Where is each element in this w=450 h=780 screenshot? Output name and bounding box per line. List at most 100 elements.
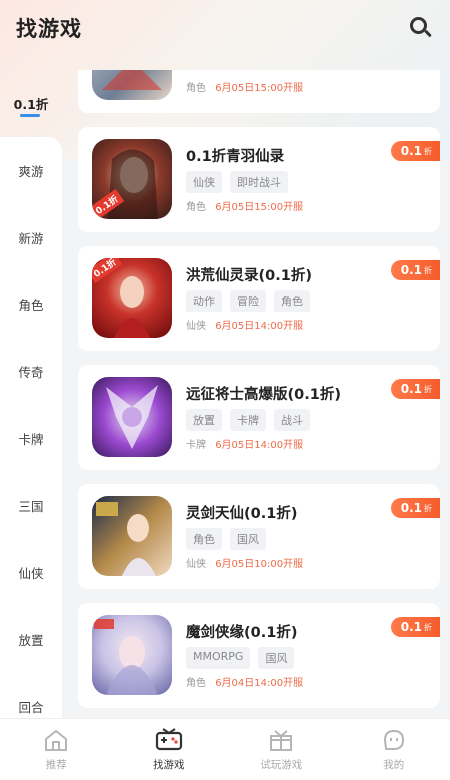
- server-open-date: 6月05日14:00开服: [215, 440, 304, 451]
- sidebar-item-label: 仙侠: [18, 566, 44, 581]
- smile-icon: [381, 727, 407, 753]
- server-open-date: 6月04日14:00开服: [215, 678, 304, 689]
- game-name: 洪荒仙灵录(0.1折): [186, 268, 312, 284]
- game-icon: 0.1折: [92, 139, 172, 219]
- game-name: 0.1折青羽仙录: [186, 149, 285, 165]
- sidebar-item-chuanqi[interactable]: 传奇: [0, 338, 62, 405]
- search-button[interactable]: [406, 14, 434, 42]
- game-tag: 放置: [186, 409, 222, 431]
- sidebar-item-kapai[interactable]: 卡牌: [0, 405, 62, 472]
- sidebar-item-fangzhi[interactable]: 放置: [0, 606, 62, 673]
- page-title: 找游戏: [16, 17, 82, 41]
- game-icon: [92, 496, 172, 576]
- sidebar-item-label: 爽游: [18, 164, 44, 179]
- game-category: 角色: [186, 202, 206, 213]
- game-card[interactable]: 0.1折 0.1折青羽仙录 仙侠 即时战斗 角色 6月05日15:00开服 0.…: [78, 127, 440, 232]
- sidebar-item-label: 0.1折: [13, 97, 49, 112]
- game-meta: 角色 6月05日15:00开服: [186, 79, 303, 94]
- discount-unit: 折: [424, 503, 432, 513]
- sidebar-item-discount[interactable]: 0.1折: [0, 70, 62, 137]
- game-meta: 角色 6月04日14:00开服: [186, 674, 303, 689]
- nav-label: 我的: [383, 759, 405, 771]
- discount-badge: 0.1 折: [390, 260, 440, 280]
- nav-label: 试玩游戏: [260, 759, 303, 771]
- game-tag: 国风: [258, 647, 295, 669]
- game-tag: 冒险: [230, 290, 266, 312]
- nav-label: 推荐: [45, 759, 67, 771]
- sidebar-list: 爽游 新游 角色 传奇 卡牌 三国 仙侠 放置 回合: [0, 137, 62, 718]
- sidebar-item-xianxia[interactable]: 仙侠: [0, 539, 62, 606]
- nav-tab-mine[interactable]: 我的: [354, 727, 434, 772]
- bottom-nav: 推荐 找游戏 试玩游戏 我的: [0, 718, 450, 780]
- game-tags: 角色 国风: [186, 528, 266, 550]
- header: 找游戏: [0, 0, 450, 56]
- discount-unit: 折: [424, 146, 432, 156]
- game-meta: 仙侠 6月05日14:00开服: [186, 317, 303, 332]
- sidebar-item-label: 卡牌: [18, 432, 44, 447]
- discount-value: 0.1: [400, 144, 422, 158]
- discount-badge: 0.1 折: [390, 379, 440, 399]
- discount-unit: 折: [424, 384, 432, 394]
- game-tags: 仙侠 即时战斗: [186, 171, 288, 193]
- home-icon: [43, 727, 69, 753]
- game-category: 仙侠: [186, 321, 206, 332]
- game-tag: 战斗: [274, 409, 310, 431]
- game-tag: 卡牌: [230, 409, 266, 431]
- discount-unit: 折: [424, 265, 432, 275]
- sidebar-item-sanguo[interactable]: 三国: [0, 472, 62, 539]
- game-meta: 角色 6月05日15:00开服: [186, 198, 303, 213]
- sidebar-item-juese[interactable]: 角色: [0, 271, 62, 338]
- game-tag: 即时战斗: [230, 171, 288, 193]
- game-tag: 角色: [186, 528, 222, 550]
- game-list: 角色 6月05日15:00开服 0.1折 0.1折青羽仙录 仙侠 即时战斗 角色…: [62, 70, 450, 718]
- server-open-date: 6月05日14:00开服: [215, 321, 304, 332]
- game-tag: 角色: [274, 290, 310, 312]
- game-name: 灵剑天仙(0.1折): [186, 506, 298, 522]
- game-tags: MMORPG 国风: [186, 647, 295, 669]
- discount-badge: 0.1 折: [390, 141, 440, 161]
- active-indicator: [20, 114, 40, 117]
- game-tags: 动作 冒险 角色: [186, 290, 310, 312]
- sidebar-item-label: 新游: [18, 231, 44, 246]
- game-tags: 放置 卡牌 战斗: [186, 409, 310, 431]
- sidebar-item-label: 放置: [18, 633, 44, 648]
- game-icon: [92, 377, 172, 457]
- game-card[interactable]: 魔剑侠缘(0.1折) MMORPG 国风 角色 6月04日14:00开服 0.1…: [78, 603, 440, 708]
- game-icon: [92, 70, 172, 100]
- game-icon: [92, 615, 172, 695]
- nav-tab-recommend[interactable]: 推荐: [16, 727, 96, 772]
- game-meta: 仙侠 6月05日10:00开服: [186, 555, 303, 570]
- game-meta: 卡牌 6月05日14:00开服: [186, 436, 303, 451]
- nav-tab-trial-games[interactable]: 试玩游戏: [241, 727, 321, 772]
- discount-badge: 0.1 折: [390, 498, 440, 518]
- game-card[interactable]: 0.1折 洪荒仙灵录(0.1折) 动作 冒险 角色 仙侠 6月05日14:00开…: [78, 246, 440, 351]
- discount-badge: 0.1 折: [390, 617, 440, 637]
- gamepad-icon: [155, 727, 183, 753]
- discount-value: 0.1: [400, 382, 422, 396]
- sidebar-item-shuangyou[interactable]: 爽游: [0, 137, 62, 204]
- discount-unit: 折: [424, 622, 432, 632]
- game-category: 角色: [186, 678, 206, 689]
- sidebar-item-xinyou[interactable]: 新游: [0, 204, 62, 271]
- game-category: 角色: [186, 83, 206, 94]
- game-tag: 动作: [186, 290, 222, 312]
- sidebar-item-label: 传奇: [18, 365, 44, 380]
- game-card[interactable]: 角色 6月05日15:00开服: [78, 70, 440, 113]
- discount-value: 0.1: [400, 501, 422, 515]
- nav-label: 找游戏: [153, 759, 185, 771]
- server-open-date: 6月05日15:00开服: [215, 83, 304, 94]
- game-card[interactable]: 灵剑天仙(0.1折) 角色 国风 仙侠 6月05日10:00开服 0.1 折: [78, 484, 440, 589]
- nav-tab-find-games[interactable]: 找游戏: [129, 727, 209, 772]
- sidebar-item-label: 回合: [18, 700, 44, 715]
- game-tag: 国风: [230, 528, 266, 550]
- category-sidebar: 0.1折 爽游 新游 角色 传奇 卡牌 三国 仙侠 放置 回合: [0, 70, 62, 718]
- game-card[interactable]: 远征将士高爆版(0.1折) 放置 卡牌 战斗 卡牌 6月05日14:00开服 0…: [78, 365, 440, 470]
- sidebar-item-label: 三国: [18, 499, 44, 514]
- game-tag: MMORPG: [186, 647, 251, 669]
- sidebar-item-label: 角色: [18, 298, 44, 313]
- server-open-date: 6月05日15:00开服: [215, 202, 304, 213]
- game-name: 远征将士高爆版(0.1折): [186, 387, 341, 403]
- game-icon: 0.1折: [92, 258, 172, 338]
- game-category: 仙侠: [186, 559, 206, 570]
- discount-value: 0.1: [400, 620, 422, 634]
